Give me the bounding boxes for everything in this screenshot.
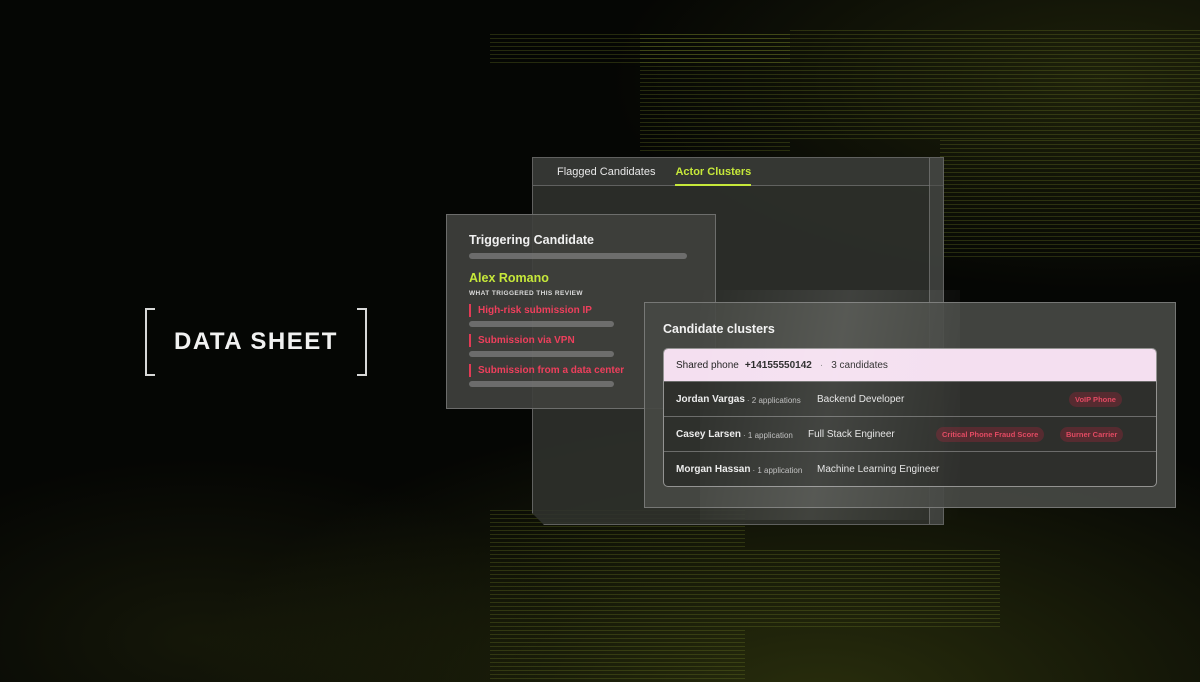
application-count: · 1 application bbox=[743, 430, 793, 440]
placeholder-bar bbox=[469, 381, 614, 387]
shared-phone-label: Shared phone bbox=[676, 359, 739, 371]
tab-flagged-candidates[interactable]: Flagged Candidates bbox=[557, 158, 655, 186]
application-count: · 2 applications bbox=[746, 395, 801, 405]
data-sheet-label: DATA SHEET bbox=[145, 308, 367, 376]
shared-phone-number: +14155550142 bbox=[744, 359, 812, 371]
stripe-band bbox=[640, 34, 790, 154]
separator-dot: · bbox=[819, 359, 824, 371]
candidate-name: Casey Larsen bbox=[676, 428, 742, 440]
stripe-band bbox=[790, 30, 1200, 140]
data-sheet-text: DATA SHEET bbox=[174, 328, 338, 355]
table-row[interactable]: Morgan Hassan · 1 application Machine Le… bbox=[664, 451, 1156, 486]
cluster-table: Shared phone +14155550142 · 3 candidates… bbox=[663, 348, 1157, 487]
candidate-name: Jordan Vargas bbox=[676, 393, 745, 405]
risk-tag: Burner Carrier bbox=[1060, 427, 1124, 442]
stripe-band bbox=[745, 550, 1000, 630]
placeholder-bar bbox=[469, 253, 687, 259]
trigger-subtitle: WHAT TRIGGERED THIS REVIEW bbox=[469, 290, 583, 297]
candidate-clusters-card: Candidate clusters Shared phone +1415555… bbox=[644, 302, 1176, 508]
application-count: · 1 application bbox=[752, 465, 803, 475]
stripe-band bbox=[490, 34, 790, 64]
placeholder-bar bbox=[469, 351, 614, 357]
risk-tag: Critical Phone Fraud Score bbox=[936, 427, 1045, 442]
candidate-role: Backend Developer bbox=[817, 393, 905, 405]
placeholder-bar bbox=[469, 321, 614, 327]
tab-bar: Flagged Candidates Actor Clusters bbox=[533, 158, 943, 186]
cluster-header[interactable]: Shared phone +14155550142 · 3 candidates bbox=[664, 349, 1156, 381]
tab-actor-clusters[interactable]: Actor Clusters bbox=[675, 158, 751, 186]
candidate-role: Machine Learning Engineer bbox=[817, 463, 940, 475]
clusters-title: Candidate clusters bbox=[663, 322, 775, 336]
trigger-card-title: Triggering Candidate bbox=[469, 233, 595, 247]
candidate-name[interactable]: Alex Romano bbox=[469, 271, 693, 285]
candidate-name: Morgan Hassan bbox=[676, 463, 751, 475]
table-row[interactable]: Casey Larsen · 1 application Full Stack … bbox=[664, 416, 1156, 451]
stripe-band bbox=[490, 510, 745, 682]
candidate-count: 3 candidates bbox=[831, 359, 888, 371]
risk-tag: VoIP Phone bbox=[1069, 392, 1122, 407]
candidate-role: Full Stack Engineer bbox=[808, 428, 895, 440]
stripe-band bbox=[940, 140, 1200, 260]
table-row[interactable]: Jordan Vargas · 2 applications Backend D… bbox=[664, 381, 1156, 416]
